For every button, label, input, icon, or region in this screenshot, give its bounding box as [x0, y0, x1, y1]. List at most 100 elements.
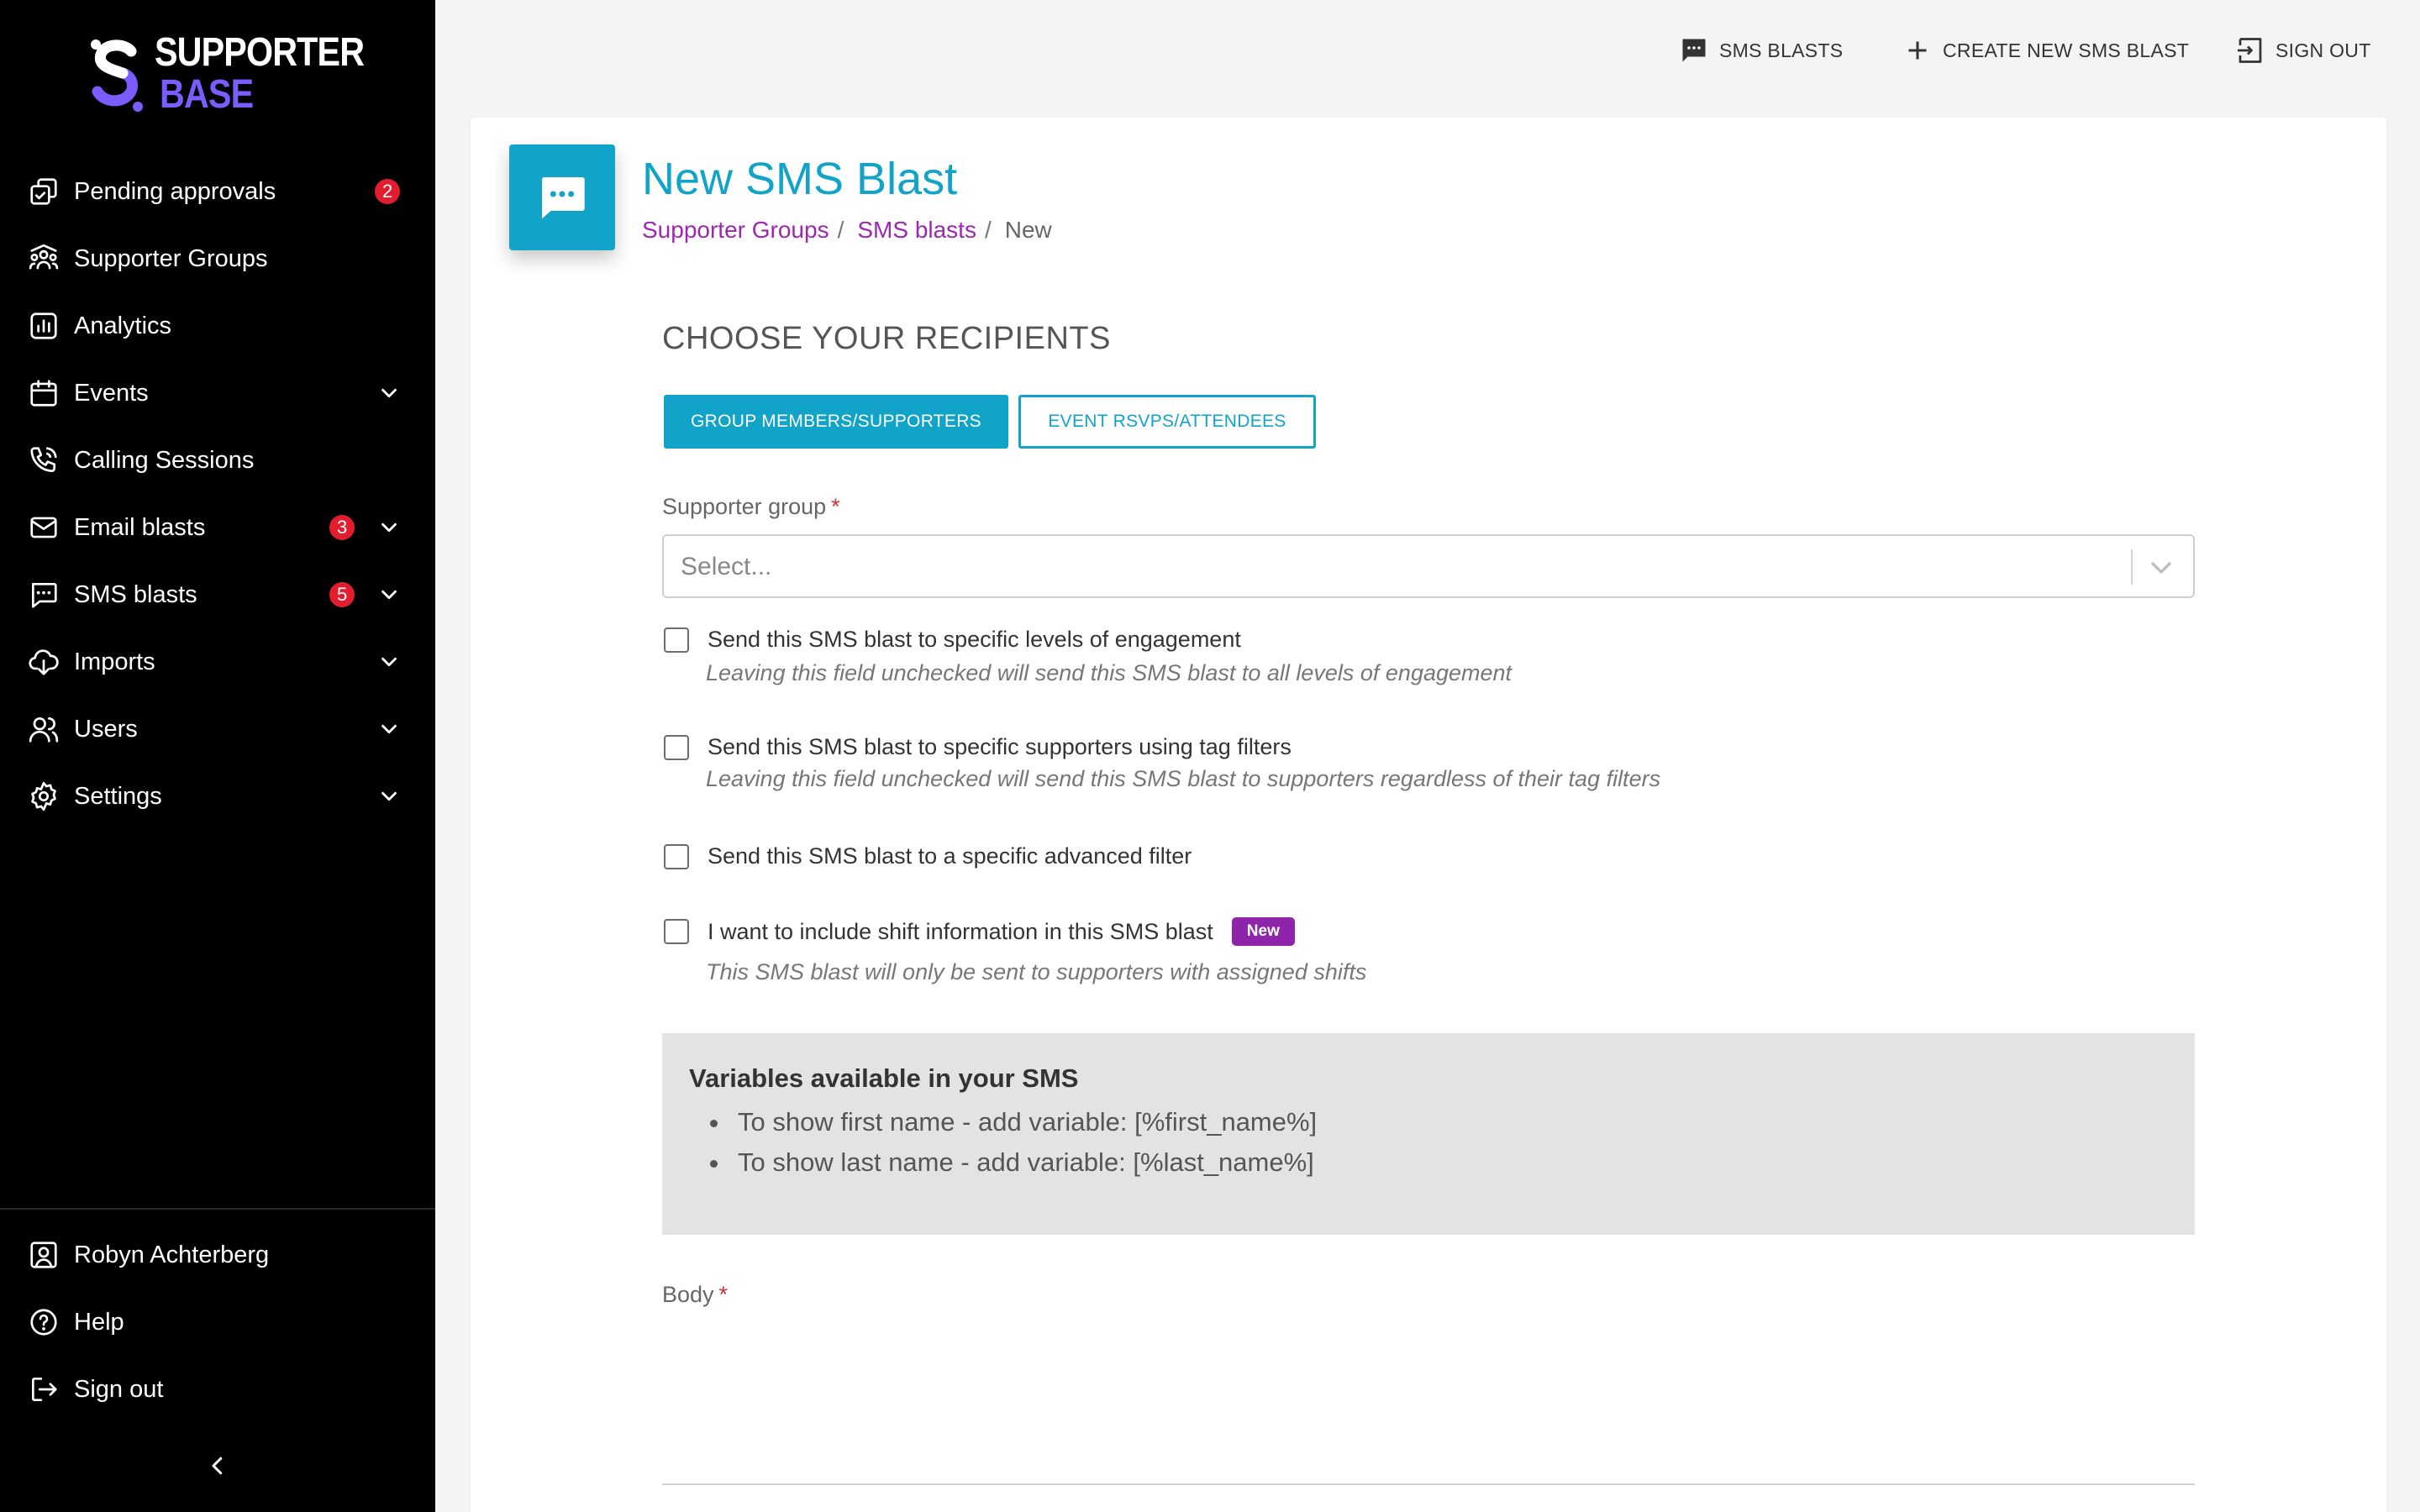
- sidebar-item-label: Users: [74, 715, 138, 743]
- new-badge: New: [1231, 917, 1295, 946]
- required-mark: *: [831, 494, 840, 519]
- sidebar-item-sign-out[interactable]: Sign out: [0, 1356, 435, 1423]
- top-bar: SMS BLASTS CREATE NEW SMS BLAST SIGN OUT: [435, 0, 2420, 99]
- sms-icon: [542, 177, 585, 219]
- sign-out-link[interactable]: SIGN OUT: [2235, 34, 2371, 67]
- import-icon: [27, 645, 60, 679]
- create-new-sms-blast-label: CREATE NEW SMS BLAST: [1943, 39, 2190, 61]
- supporterbase-logo[interactable]: SUPPORTER BASE: [87, 30, 398, 117]
- users-icon: [27, 712, 60, 746]
- select-placeholder: Select...: [681, 553, 772, 580]
- breadcrumb-supporter-groups[interactable]: Supporter Groups: [642, 217, 829, 244]
- sidebar-item-label: Analytics: [74, 312, 172, 339]
- plus-icon: [1908, 41, 1927, 60]
- sidebar-item-label: Sign out: [74, 1375, 164, 1403]
- body-input[interactable]: [662, 1277, 2195, 1485]
- section-title-recipients: CHOOSE YOUR RECIPIENTS: [662, 321, 1111, 356]
- chevron-down-icon[interactable]: [376, 649, 402, 675]
- chevron-down-icon[interactable]: [376, 515, 402, 540]
- advanced-filter-checkbox[interactable]: [664, 843, 689, 869]
- account-icon: [27, 1238, 60, 1272]
- sidebar-item-label: Robyn Achterberg: [74, 1241, 270, 1268]
- gear-icon: [27, 780, 60, 813]
- chevron-down-icon[interactable]: [376, 717, 402, 742]
- chevron-down-icon[interactable]: [376, 381, 402, 406]
- logo-text-base: BASE: [160, 72, 254, 117]
- tab-group-members[interactable]: GROUP MEMBERS/SUPPORTERS: [664, 395, 1008, 449]
- sidebar-item-imports[interactable]: Imports: [0, 628, 435, 696]
- shift-info-checkbox[interactable]: [664, 919, 689, 944]
- sidebar-item-settings[interactable]: Settings: [0, 763, 435, 830]
- breadcrumb-separator: /: [837, 217, 844, 243]
- message-icon: [1682, 39, 1706, 62]
- logo-text-supporter: SUPPORTER: [155, 30, 365, 75]
- groups-icon: [27, 242, 60, 276]
- engagement-level-option: Send this SMS blast to specific levels o…: [664, 627, 1241, 653]
- shift-info-label: I want to include shift information in t…: [708, 918, 1213, 944]
- sms-icon: [27, 578, 60, 612]
- collapse-sidebar-icon[interactable]: [205, 1453, 230, 1478]
- tag-filter-option: Send this SMS blast to specific supporte…: [664, 734, 1292, 760]
- sidebar-item-pending-approvals[interactable]: Pending approvals 2: [0, 158, 435, 225]
- variables-list: To show first name - add variable: [%fir…: [731, 1102, 1317, 1183]
- sms-blasts-link[interactable]: SMS BLASTS: [1679, 34, 1843, 67]
- sidebar-item-calling-sessions[interactable]: Calling Sessions: [0, 427, 435, 494]
- sidebar-item-help[interactable]: Help: [0, 1289, 435, 1356]
- approvals-icon: [27, 175, 60, 208]
- create-new-sms-blast-link[interactable]: CREATE NEW SMS BLAST: [1902, 34, 2189, 67]
- calendar-icon: [27, 376, 60, 410]
- advanced-filter-label: Send this SMS blast to a specific advanc…: [708, 843, 1192, 869]
- pending-approvals-badge: 2: [375, 179, 401, 204]
- select-divider: [2131, 549, 2133, 585]
- sms-blasts-link-label: SMS BLASTS: [1719, 39, 1844, 61]
- email-blasts-badge: 3: [329, 515, 355, 540]
- page-title: New SMS Blast: [642, 154, 958, 204]
- sidebar-item-events[interactable]: Events: [0, 360, 435, 427]
- chevron-down-icon[interactable]: [376, 582, 402, 607]
- breadcrumb: Supporter Groups / SMS blasts / New: [642, 217, 1052, 244]
- supporter-group-label-text: Supporter group: [662, 494, 827, 519]
- supporter-group-label: Supporter group *: [662, 494, 840, 520]
- chevron-down-icon[interactable]: [376, 784, 402, 809]
- tab-event-rsvps[interactable]: EVENT RSVPS/ATTENDEES: [1018, 395, 1316, 449]
- sidebar-item-label: Imports: [74, 648, 155, 675]
- sidebar-item-label: Settings: [74, 782, 162, 810]
- sidebar-item-label: Supporter Groups: [74, 244, 268, 272]
- logo-s-icon: [91, 39, 143, 112]
- tag-filter-checkbox[interactable]: [664, 734, 689, 760]
- logout-icon: [2238, 38, 2262, 63]
- breadcrumb-separator: /: [984, 217, 992, 243]
- sidebar-item-label: Email blasts: [74, 513, 206, 541]
- mail-icon: [27, 511, 60, 544]
- shift-info-help: This SMS blast will only be sent to supp…: [706, 959, 1367, 984]
- engagement-level-label: Send this SMS blast to specific levels o…: [708, 627, 1241, 652]
- chevron-down-icon[interactable]: [2144, 551, 2178, 585]
- supporter-group-select[interactable]: Select...: [662, 534, 2195, 598]
- sms-header-tile: [509, 144, 615, 250]
- sidebar-item-email-blasts[interactable]: Email blasts 3: [0, 494, 435, 561]
- sign-out-label: SIGN OUT: [2275, 39, 2371, 61]
- sms-blasts-badge: 5: [329, 582, 355, 607]
- tag-filter-label: Send this SMS blast to specific supporte…: [708, 734, 1292, 759]
- sidebar-footer: Robyn Achterberg Help Sign out: [0, 1208, 435, 1423]
- sidebar-item-supporter-groups[interactable]: Supporter Groups: [0, 225, 435, 292]
- breadcrumb-sms-blasts[interactable]: SMS blasts: [857, 217, 976, 244]
- variable-last-name: To show last name - add variable: [%last…: [731, 1142, 1317, 1183]
- variables-panel: Variables available in your SMS To show …: [662, 1033, 2195, 1235]
- analytics-icon: [27, 309, 60, 343]
- logout-icon: [27, 1373, 60, 1406]
- sidebar-nav: Pending approvals 2 Supporter Groups Ana…: [0, 158, 435, 830]
- shift-info-option: I want to include shift information in t…: [664, 917, 1295, 946]
- phone-icon: [27, 444, 60, 477]
- sidebar-item-sms-blasts[interactable]: SMS blasts 5: [0, 561, 435, 628]
- variable-first-name: To show first name - add variable: [%fir…: [731, 1102, 1317, 1142]
- sidebar-item-users[interactable]: Users: [0, 696, 435, 763]
- sidebar-item-account[interactable]: Robyn Achterberg: [0, 1221, 435, 1289]
- tag-filter-help: Leaving this field unchecked will send t…: [706, 766, 1661, 791]
- engagement-level-checkbox[interactable]: [664, 627, 689, 653]
- variables-title: Variables available in your SMS: [689, 1063, 1079, 1093]
- sidebar-item-label: SMS blasts: [74, 580, 197, 608]
- advanced-filter-option: Send this SMS blast to a specific advanc…: [664, 843, 1192, 869]
- sidebar-item-label: Pending approvals: [74, 177, 276, 205]
- sidebar-item-analytics[interactable]: Analytics: [0, 292, 435, 360]
